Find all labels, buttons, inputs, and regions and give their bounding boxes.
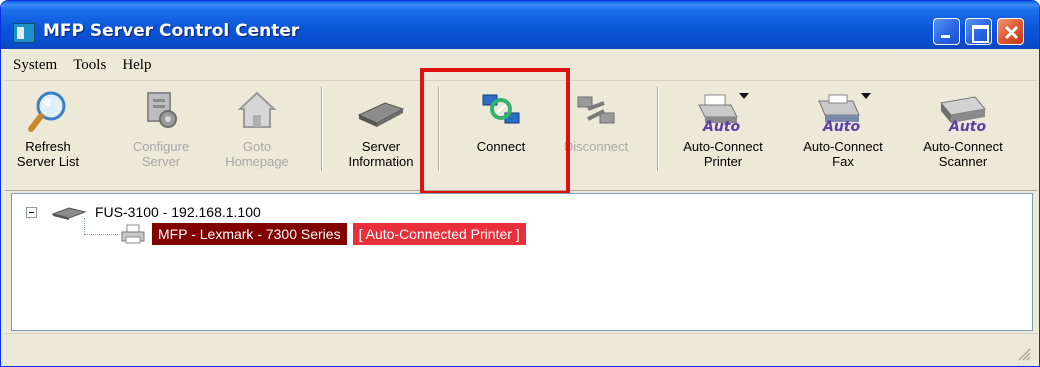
auto-badge: Auto	[822, 119, 860, 135]
auto-printer-label-1: Auto-Connect	[683, 139, 763, 154]
server-node-label: FUS-3100 - 192.168.1.100	[95, 204, 261, 220]
goto-label-2: Homepage	[225, 154, 289, 169]
tree-connector	[84, 218, 85, 234]
configure-label-2: Server	[141, 154, 181, 169]
home-icon	[237, 91, 277, 128]
tree-connector	[84, 234, 118, 235]
toolbar-separator	[438, 87, 440, 171]
auto-connected-tag: [ Auto-Connected Printer ]	[352, 223, 526, 245]
connect-button[interactable]: Connect	[459, 89, 543, 181]
auto-scanner-label-1: Auto-Connect	[923, 139, 1003, 154]
tree-node-printer[interactable]: MFP - Lexmark - 7300 Series [ Auto-Conne…	[120, 222, 526, 246]
auto-scanner-label-2: Scanner	[938, 154, 988, 169]
server-device-icon	[357, 102, 405, 127]
configure-label-1: Configure	[132, 139, 190, 154]
menu-bar: System Tools Help	[5, 50, 1037, 81]
auto-printer-label-2: Printer	[703, 154, 743, 169]
tree-node-server[interactable]: FUS-3100 - 192.168.1.100	[26, 202, 261, 222]
server-info-label-2: Information	[348, 154, 414, 169]
connect-icon	[482, 94, 520, 124]
close-button[interactable]	[997, 18, 1024, 45]
app-icon	[13, 23, 35, 43]
refresh-label-2: Server List	[16, 154, 80, 169]
auto-fax-label-1: Auto-Connect	[803, 139, 883, 154]
disconnect-label: Disconnect	[563, 139, 629, 154]
window-title: MFP Server Control Center	[43, 21, 300, 41]
auto-connect-printer-button[interactable]: Auto Auto-Connect Printer	[671, 89, 775, 181]
server-tree[interactable]: FUS-3100 - 192.168.1.100 MFP - Lexmark -…	[11, 193, 1033, 331]
refresh-label-1: Refresh	[25, 139, 71, 154]
status-bar	[5, 333, 1037, 366]
configure-server-button[interactable]: Configure Server	[121, 89, 201, 181]
configure-icon	[147, 92, 177, 128]
disconnect-icon	[577, 96, 615, 124]
fax-icon: Auto	[818, 93, 871, 135]
maximize-button[interactable]	[965, 18, 992, 45]
collapse-icon[interactable]	[26, 206, 37, 218]
toolbar-separator	[657, 87, 659, 171]
toolbar-separator	[321, 87, 323, 171]
app-window: MFP Server Control Center System Tools H…	[0, 0, 1040, 367]
server-info-label-1: Server	[361, 139, 401, 154]
menu-system[interactable]: System	[13, 57, 57, 74]
goto-label-1: Goto	[242, 139, 272, 154]
server-information-button[interactable]: Server Information	[335, 89, 427, 181]
printer-icon: Auto	[698, 93, 749, 135]
resize-grip-icon[interactable]	[1015, 345, 1031, 361]
refresh-server-list-button[interactable]: Refresh Server List	[5, 89, 91, 181]
disconnect-button[interactable]: Disconnect	[549, 89, 643, 181]
minimize-button[interactable]	[933, 18, 960, 45]
server-device-icon	[51, 207, 87, 220]
magnifier-icon	[28, 91, 66, 132]
goto-homepage-button[interactable]: Goto Homepage	[215, 89, 299, 181]
auto-connect-fax-button[interactable]: Auto Auto-Connect Fax	[791, 89, 895, 181]
auto-fax-label-2: Fax	[832, 154, 854, 169]
printer-icon	[121, 224, 145, 244]
close-icon	[1004, 25, 1019, 40]
auto-badge: Auto	[702, 119, 740, 135]
title-bar[interactable]: MFP Server Control Center	[1, 1, 1039, 49]
toolbar: Refresh Server List Configure Server Got…	[5, 81, 1037, 191]
printer-node-label[interactable]: MFP - Lexmark - 7300 Series	[152, 223, 347, 245]
connect-label: Connect	[476, 139, 526, 154]
menu-tools[interactable]: Tools	[73, 57, 106, 74]
scanner-icon: Auto	[940, 96, 986, 135]
auto-connect-scanner-button[interactable]: Auto Auto-Connect Scanner	[911, 89, 1015, 181]
auto-badge: Auto	[948, 119, 986, 135]
menu-help[interactable]: Help	[122, 57, 151, 74]
